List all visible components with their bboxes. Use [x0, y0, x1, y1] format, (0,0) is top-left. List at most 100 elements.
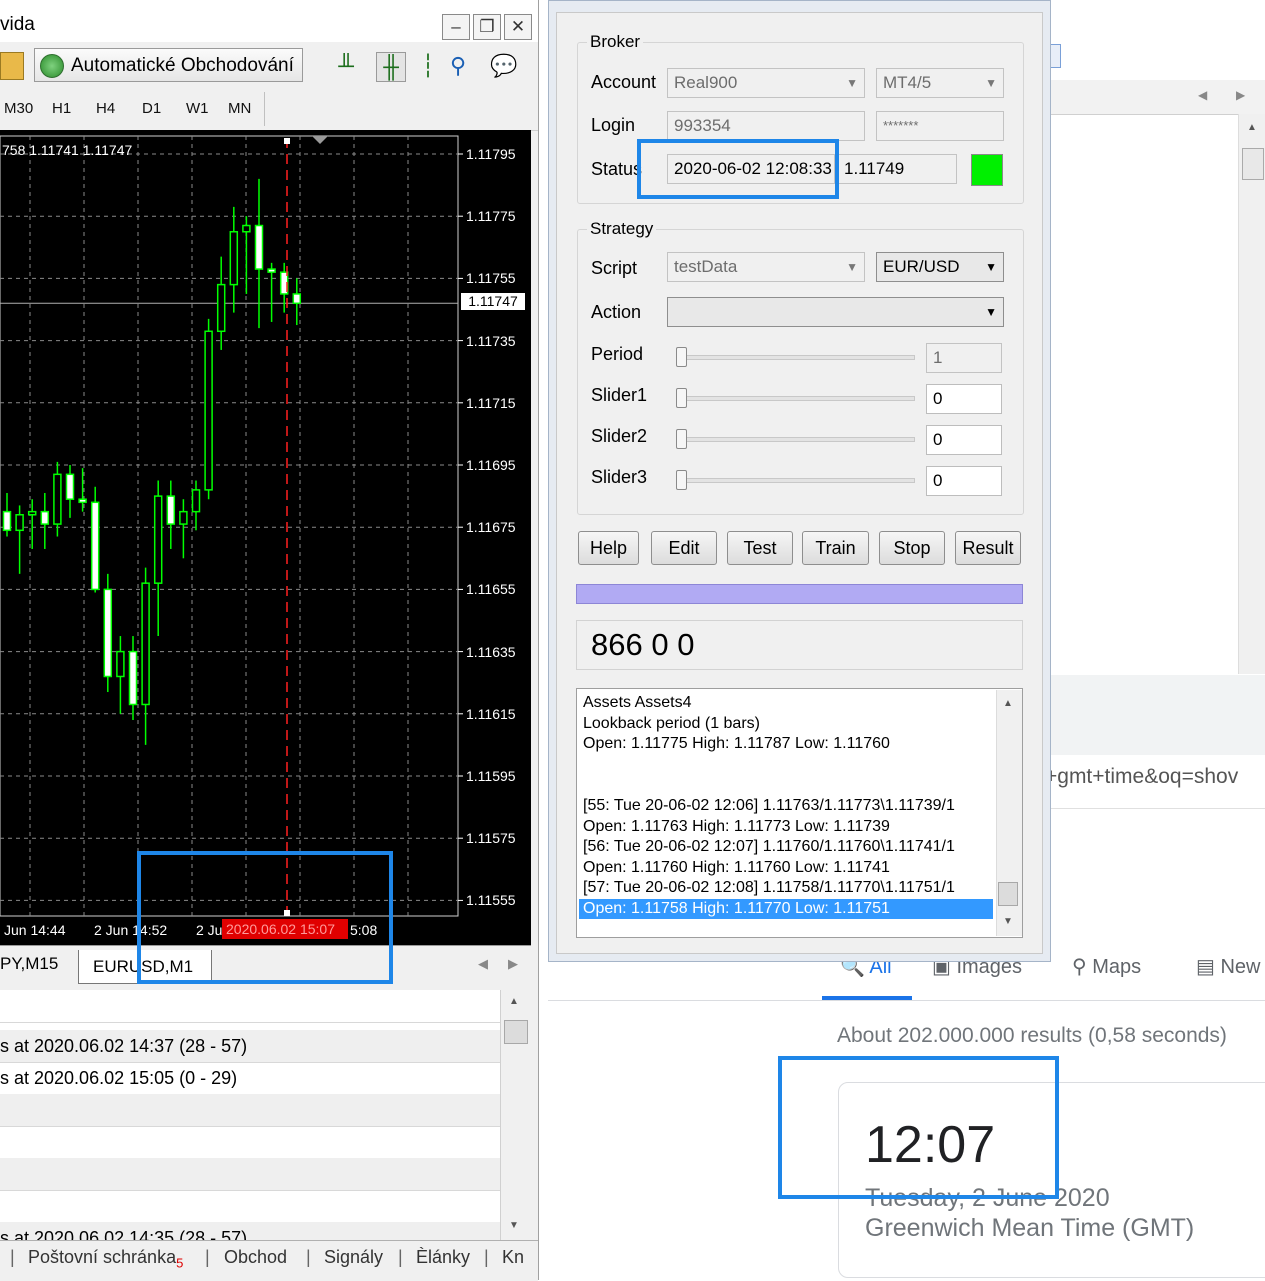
- journal-row[interactable]: s at 2020.06.02 14:37 (28 - 57): [0, 1030, 500, 1063]
- slider1-track[interactable]: [681, 396, 915, 401]
- slider2-field[interactable]: 0: [926, 425, 1002, 455]
- log-line: [56: Tue 20-06-02 12:07] 1.11760/1.11760…: [583, 838, 955, 856]
- timeframe-toolbar: [0, 88, 538, 131]
- slider1-field[interactable]: 0: [926, 384, 1002, 414]
- browser-scrollbar[interactable]: ▲: [1238, 114, 1265, 674]
- account-type-select[interactable]: MT4/5 ▼: [876, 68, 1004, 98]
- train-button[interactable]: Train: [802, 531, 869, 565]
- journal-row[interactable]: [0, 1094, 500, 1127]
- scroll-down-icon[interactable]: ▼: [509, 1220, 519, 1231]
- zoom-icon[interactable]: ⚲: [444, 52, 472, 80]
- restore-button[interactable]: ❐: [473, 14, 501, 40]
- journal-row[interactable]: s at 2020.06.02 15:05 (0 - 29): [0, 1062, 500, 1095]
- stop-button[interactable]: Stop: [879, 531, 945, 565]
- tab-jpy-m15[interactable]: PY,M15: [0, 954, 58, 974]
- period-field[interactable]: 1: [926, 343, 1002, 373]
- log-line: Open: 1.11775 High: 1.11787 Low: 1.11760: [583, 735, 890, 753]
- journal-scrollbar[interactable]: ▲ ▼: [500, 990, 531, 1240]
- timeframe-d1[interactable]: D1: [142, 100, 161, 117]
- log-scroll-thumb[interactable]: [998, 882, 1018, 906]
- log-line: Lookback period (1 bars): [583, 714, 760, 732]
- chat-icon[interactable]: 💬: [490, 52, 518, 80]
- journal-row[interactable]: [0, 1126, 500, 1159]
- asset-select[interactable]: EUR/USD ▼: [876, 252, 1004, 282]
- result-button[interactable]: Result: [955, 531, 1021, 565]
- tab-library[interactable]: Kn: [502, 1247, 524, 1268]
- tab-mailbox[interactable]: Poštovní schránka5: [28, 1247, 183, 1271]
- tab-scroll-right-icon[interactable]: ▶: [508, 956, 518, 972]
- minimize-button[interactable]: –: [442, 14, 470, 40]
- timeframe-h4[interactable]: H4: [96, 100, 115, 117]
- journal-row[interactable]: [0, 1158, 500, 1191]
- timeframe-h1[interactable]: H1: [52, 100, 71, 117]
- slider3-thumb[interactable]: [676, 470, 687, 490]
- timeframe-mn[interactable]: MN: [228, 100, 251, 117]
- journal-row[interactable]: [0, 990, 500, 1023]
- candle-body-bear: [128, 650, 138, 706]
- time-marker-handle: [284, 138, 290, 144]
- slider3-track[interactable]: [681, 478, 915, 483]
- journal-row[interactable]: [0, 1190, 500, 1223]
- scroll-up-icon[interactable]: ▲: [1247, 122, 1257, 133]
- candle-body-bear: [2, 510, 12, 532]
- password-field[interactable]: *******: [876, 111, 1004, 141]
- test-button[interactable]: Test: [727, 531, 793, 565]
- slider2-thumb[interactable]: [676, 429, 687, 449]
- scroll-up-icon[interactable]: ▲: [509, 996, 519, 1007]
- candle-body-bear: [166, 495, 176, 525]
- asset-value: EUR/USD: [883, 257, 960, 276]
- candle-body-bull: [53, 473, 62, 525]
- nav-left-icon[interactable]: ◀: [1198, 88, 1207, 102]
- result-count: About 202.000.000 results (0,58 seconds): [837, 1024, 1227, 1047]
- tab-scroll-left-icon[interactable]: ◀: [478, 956, 488, 972]
- tab-maps[interactable]: ⚲ Maps: [1072, 954, 1141, 979]
- help-button[interactable]: Help: [578, 531, 639, 565]
- mail-badge: 5: [176, 1255, 184, 1271]
- candle-body-bull: [191, 489, 201, 513]
- edit-button[interactable]: Edit: [651, 531, 717, 565]
- price-tick-label: 1.11595: [466, 768, 516, 784]
- toolbar-divider: [264, 92, 265, 126]
- account-select[interactable]: Real900 ▼: [667, 68, 865, 98]
- bar-chart-icon[interactable]: ╨: [332, 52, 360, 80]
- tab-trade[interactable]: Obchod: [224, 1247, 287, 1268]
- slider3-field[interactable]: 0: [926, 466, 1002, 496]
- search-url[interactable]: +gmt+time&oq=shov: [1045, 765, 1238, 789]
- scroll-thumb[interactable]: [504, 1020, 528, 1044]
- price-tick-label: 1.11715: [466, 394, 516, 411]
- close-button[interactable]: ✕: [504, 14, 532, 40]
- journal-panel: s at 2020.06.02 14:37 (28 - 57) s at 202…: [0, 990, 531, 1255]
- log-line: Open: 1.11763 High: 1.11773 Low: 1.11739: [583, 817, 890, 835]
- tab-news[interactable]: ▤ New: [1196, 954, 1260, 979]
- candlestick-chart-icon[interactable]: ╫: [376, 52, 406, 82]
- nav-right-icon[interactable]: ▶: [1236, 88, 1245, 102]
- period-slider-track[interactable]: [681, 355, 915, 360]
- slider1-thumb[interactable]: [676, 388, 687, 408]
- scroll-down-icon[interactable]: ▼: [1003, 916, 1013, 927]
- timeframe-w1[interactable]: W1: [186, 100, 209, 117]
- candle-body-bear: [65, 473, 75, 500]
- toolbar-gold-icon[interactable]: [0, 52, 24, 80]
- scroll-thumb[interactable]: [1242, 148, 1264, 180]
- script-select[interactable]: testData ▼: [667, 252, 865, 282]
- account-value: Real900: [674, 73, 738, 92]
- login-field[interactable]: 993354: [667, 111, 865, 141]
- slider2-track[interactable]: [681, 437, 915, 442]
- period-slider-thumb[interactable]: [676, 347, 687, 367]
- price-tick-label: 1.11675: [466, 519, 516, 536]
- tab-articles[interactable]: Èlánky: [416, 1247, 470, 1268]
- candle-body-bull: [116, 650, 125, 678]
- price-tick-label: 1.11555: [466, 892, 516, 909]
- scroll-up-icon[interactable]: ▲: [1003, 698, 1013, 709]
- price-tick-label: 1.11655: [466, 581, 516, 598]
- candle-body-bull: [242, 224, 251, 233]
- line-chart-icon[interactable]: ┆: [414, 52, 442, 80]
- action-select[interactable]: ▼: [667, 297, 1004, 327]
- auto-trading-button[interactable]: Automatické Obchodování: [34, 48, 303, 82]
- candle-body-bull: [141, 582, 150, 706]
- timeframe-m30[interactable]: M30: [4, 100, 33, 117]
- price-tick-label: 1.11795: [466, 146, 516, 162]
- script-value: testData: [674, 257, 738, 276]
- price-chart[interactable]: 758 1.11741 1.11747 1.11795 1.11775 1.1175…: [0, 130, 531, 945]
- tab-signals[interactable]: Signály: [324, 1247, 383, 1268]
